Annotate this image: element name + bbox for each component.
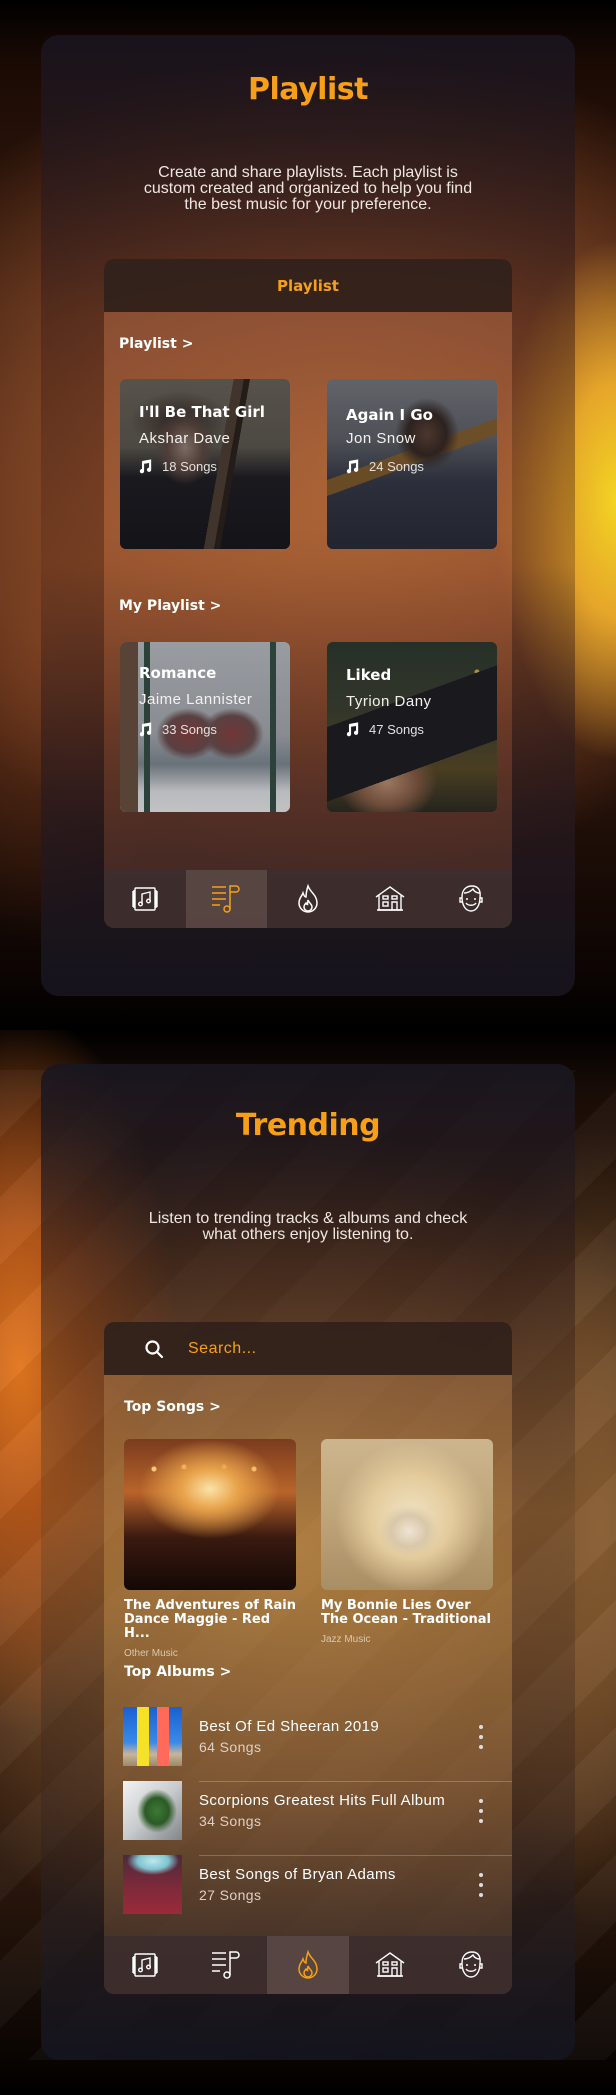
music-note-icon bbox=[346, 459, 359, 474]
more-options-icon[interactable] bbox=[474, 1799, 488, 1823]
trending-showcase: Trending Listen to trending tracks & alb… bbox=[41, 1064, 575, 2060]
playlist-card[interactable]: I'll Be That Girl Akshar Dave 18 Songs bbox=[120, 379, 290, 549]
music-note-icon bbox=[346, 722, 359, 737]
playlist-title: Romance bbox=[139, 664, 217, 682]
album-row[interactable]: Scorpions Greatest Hits Full Album 34 So… bbox=[104, 1781, 512, 1855]
nav-profile[interactable] bbox=[430, 1936, 512, 1994]
playlist-card[interactable]: Again I Go Jon Snow 24 Songs bbox=[327, 379, 497, 549]
section-link-top-songs[interactable]: Top Songs > bbox=[124, 1399, 221, 1415]
nav-trending[interactable] bbox=[267, 870, 349, 928]
bottom-nav bbox=[104, 870, 512, 928]
album-title: Best Songs of Bryan Adams bbox=[199, 1866, 396, 1883]
nav-playlist[interactable] bbox=[185, 870, 268, 928]
more-options-icon[interactable] bbox=[474, 1725, 488, 1749]
music-note-icon bbox=[139, 722, 152, 737]
search-icon[interactable] bbox=[144, 1339, 164, 1359]
app-header: Playlist bbox=[104, 259, 512, 312]
album-song-count: 64 Songs bbox=[199, 1739, 262, 1755]
bottom-nav bbox=[104, 1936, 512, 1994]
album-song-count: 34 Songs bbox=[199, 1813, 262, 1829]
song-title: My Bonnie Lies Over The Ocean - Traditio… bbox=[321, 1598, 491, 1627]
nav-home[interactable] bbox=[349, 870, 431, 928]
album-row[interactable]: Best Songs of Bryan Adams 27 Songs bbox=[104, 1855, 512, 1929]
song-card[interactable]: My Bonnie Lies Over The Ocean - Traditio… bbox=[321, 1439, 493, 1645]
album-row[interactable]: Best Of Ed Sheeran 2019 64 Songs bbox=[104, 1707, 512, 1781]
nav-albums[interactable] bbox=[104, 1936, 186, 1994]
nav-home[interactable] bbox=[349, 1936, 431, 1994]
album-title: Best Of Ed Sheeran 2019 bbox=[199, 1718, 380, 1735]
section-link-my-playlist[interactable]: My Playlist > bbox=[119, 598, 221, 614]
playlist-card[interactable]: Romance Jaime Lannister 33 Songs bbox=[120, 642, 290, 812]
song-cover-image bbox=[321, 1439, 493, 1590]
profile-icon bbox=[459, 1951, 483, 1978]
song-genre: Jazz Music bbox=[321, 1634, 371, 1645]
playlist-song-count: 47 Songs bbox=[344, 721, 424, 738]
phone-screen-playlist: Playlist Playlist > I'll Be That Girl Ak… bbox=[104, 259, 512, 928]
section-link-top-albums[interactable]: Top Albums > bbox=[124, 1664, 231, 1680]
showcase-description: Create and share playlists. Each playlis… bbox=[143, 164, 473, 213]
playlist-song-count: 33 Songs bbox=[137, 721, 217, 738]
more-options-icon[interactable] bbox=[474, 1873, 488, 1897]
playlist-icon bbox=[212, 1951, 241, 1979]
nav-profile[interactable] bbox=[430, 870, 512, 928]
music-note-icon bbox=[139, 459, 152, 474]
song-card[interactable]: The Adventures of Rain Dance Maggie - Re… bbox=[124, 1439, 296, 1659]
album-icon bbox=[132, 1953, 158, 1977]
playlist-artist: Jaime Lannister bbox=[139, 691, 253, 708]
album-song-count: 27 Songs bbox=[199, 1887, 262, 1903]
playlist-title: I'll Be That Girl bbox=[139, 403, 265, 421]
album-title: Scorpions Greatest Hits Full Album bbox=[199, 1792, 446, 1809]
playlist-song-count: 24 Songs bbox=[344, 458, 424, 475]
playlist-artist: Akshar Dave bbox=[139, 430, 231, 447]
header-title: Playlist bbox=[277, 276, 339, 295]
playlist-card[interactable]: Liked Tyrion Dany 47 Songs bbox=[327, 642, 497, 812]
playlist-title: Liked bbox=[346, 666, 392, 684]
album-cover-image bbox=[123, 1707, 182, 1766]
playlist-icon bbox=[212, 885, 241, 913]
search-bar bbox=[104, 1322, 512, 1375]
nav-trending[interactable] bbox=[267, 1936, 349, 1994]
playlist-artist: Tyrion Dany bbox=[346, 693, 432, 710]
album-cover-image bbox=[123, 1781, 182, 1840]
showcase-description: Listen to trending tracks & albums and c… bbox=[148, 1210, 468, 1243]
song-genre: Other Music bbox=[124, 1648, 178, 1659]
playlist-artist: Jon Snow bbox=[346, 430, 416, 447]
playlist-showcase: Playlist Create and share playlists. Eac… bbox=[41, 35, 575, 996]
nav-playlist[interactable] bbox=[186, 1936, 268, 1994]
profile-icon bbox=[459, 885, 483, 912]
showcase-title: Trending bbox=[235, 1108, 381, 1143]
album-cover-image bbox=[123, 1855, 182, 1914]
album-icon bbox=[132, 887, 158, 911]
phone-screen-trending: Top Songs > The Adventures of Rain Dance… bbox=[104, 1322, 512, 1994]
home-icon bbox=[375, 1952, 404, 1977]
song-title: The Adventures of Rain Dance Maggie - Re… bbox=[124, 1598, 296, 1641]
search-input[interactable] bbox=[188, 1336, 488, 1362]
home-icon bbox=[375, 886, 404, 911]
playlist-title: Again I Go bbox=[346, 406, 433, 424]
showcase-title: Playlist bbox=[248, 72, 368, 107]
fire-icon bbox=[298, 1949, 318, 1979]
nav-albums[interactable] bbox=[104, 870, 186, 928]
playlist-song-count: 18 Songs bbox=[137, 458, 217, 475]
section-link-playlist[interactable]: Playlist > bbox=[119, 336, 193, 352]
song-cover-image bbox=[124, 1439, 296, 1590]
fire-icon bbox=[298, 883, 318, 913]
